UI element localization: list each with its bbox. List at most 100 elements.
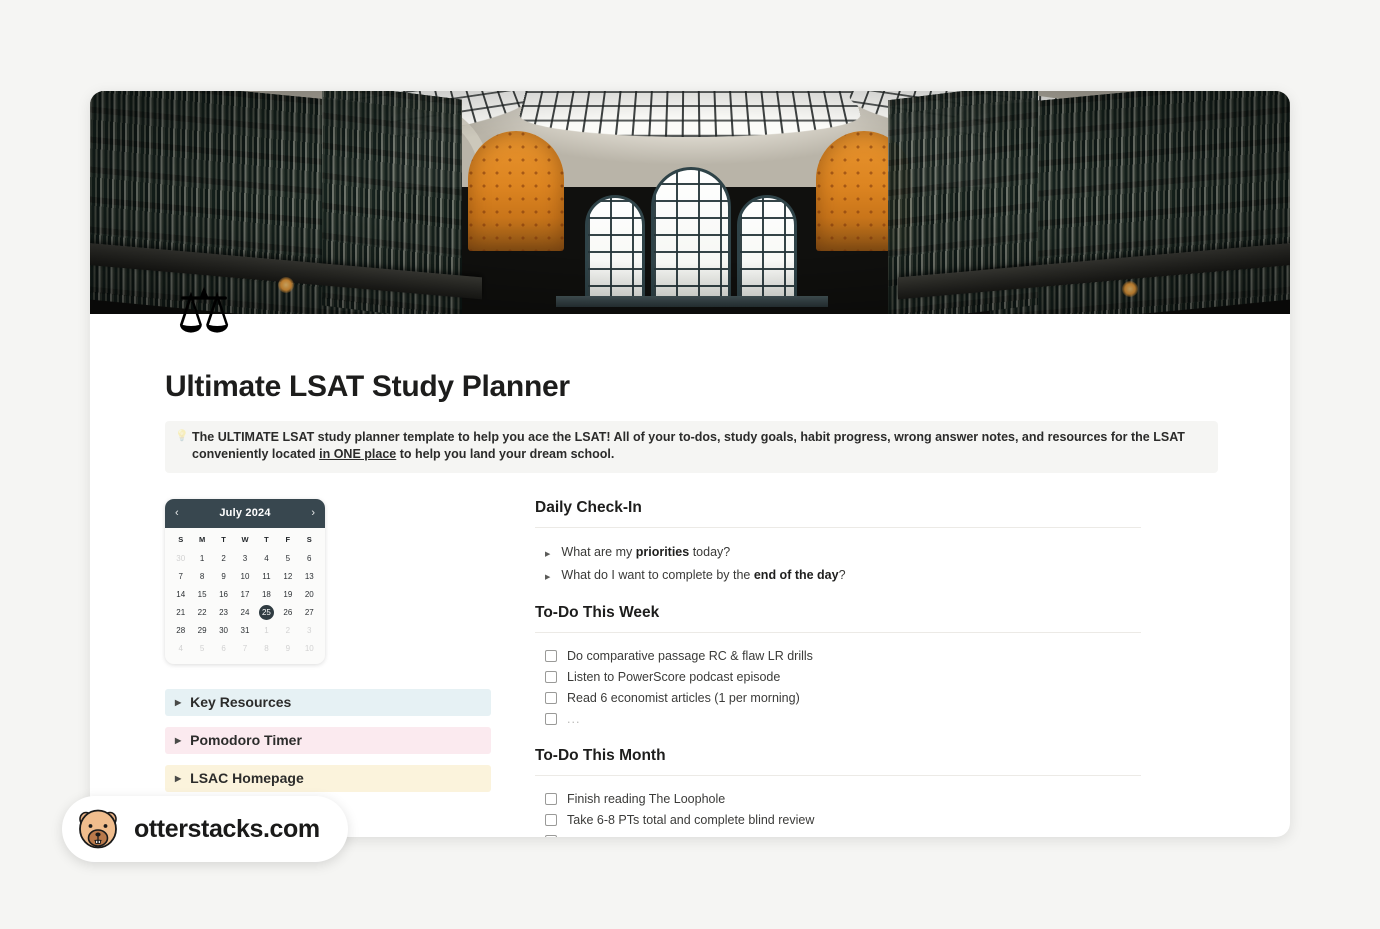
calendar-day[interactable]: 8 <box>191 569 212 584</box>
calendar-day[interactable]: 5 <box>191 641 212 656</box>
todo-week-item[interactable]: Read 6 economist articles (1 per morning… <box>535 688 1218 709</box>
triangle-right-icon[interactable]: ▶ <box>175 698 181 707</box>
callout-block: 💡 The ULTIMATE LSAT study planner templa… <box>165 421 1218 473</box>
calendar-day[interactable]: 15 <box>191 587 212 602</box>
calendar-weekday-0: S <box>178 534 184 544</box>
toggle-block-2[interactable]: ▶ LSAC Homepage <box>165 764 491 792</box>
calendar-day[interactable]: 6 <box>299 551 320 566</box>
daily-checkin-heading: Daily Check-In <box>535 498 642 516</box>
calendar-day[interactable]: 18 <box>256 587 277 602</box>
todo-week-heading: To-Do This Week <box>535 603 660 621</box>
calendar-day[interactable]: 1 <box>256 623 277 638</box>
page-body: Ultimate LSAT Study Planner 💡 The ULTIMA… <box>90 314 1290 837</box>
checkbox-icon[interactable] <box>545 712 557 725</box>
callout-text-after: to help you land your dream school. <box>396 447 615 462</box>
calendar-day[interactable]: 30 <box>170 551 191 566</box>
calendar-prev-month-button[interactable]: ‹ <box>175 507 179 519</box>
right-column: Daily Check-In ▶ What are my priorities t… <box>495 498 1218 838</box>
cover-vignette <box>90 91 1290 314</box>
toggle-block-list: ▶ Key Resources ▶ Pomodoro Timer ▶ LSAC Homep… <box>165 688 491 792</box>
calendar-day[interactable]: 10 <box>234 569 255 584</box>
triangle-right-icon[interactable]: ▶ <box>175 774 181 783</box>
todo-week-list: Do comparative passage RC & flaw LR dril… <box>535 646 1218 730</box>
calendar-day[interactable]: 8 <box>256 641 277 656</box>
calendar-day[interactable]: 22 <box>191 605 212 620</box>
divider <box>535 774 1141 776</box>
calendar-day[interactable]: 11 <box>256 569 277 584</box>
calendar-day[interactable]: 19 <box>277 587 298 602</box>
calendar-day[interactable]: 6 <box>213 641 234 656</box>
daily-checkin-list: ▶ What are my priorities today? ▶ What do I… <box>535 541 1218 587</box>
checkbox-icon[interactable] <box>545 813 557 826</box>
triangle-right-icon[interactable]: ▶ <box>175 736 181 745</box>
calendar-day[interactable]: 17 <box>234 587 255 602</box>
todo-month-label: ... <box>567 834 580 838</box>
notion-page-card: ⚖ Ultimate LSAT Study Planner 💡 The ULTI… <box>90 91 1290 837</box>
todo-week-item[interactable]: Do comparative passage RC & flaw LR dril… <box>535 646 1218 667</box>
calendar-day[interactable]: 21 <box>170 605 191 620</box>
left-column: ‹ July 2024 › S M T W T F S 30 1 2 3 4 5 6 7 8 9 10 11 12 13… <box>165 498 495 838</box>
todo-week-label: ... <box>567 711 581 726</box>
calendar-day[interactable]: 16 <box>213 587 234 602</box>
checkbox-icon[interactable] <box>545 670 557 683</box>
calendar-widget[interactable]: ‹ July 2024 › S M T W T F S 30 1 2 3 4 5 6 7 8 9 10 11 12 13… <box>165 498 325 664</box>
todo-month-item[interactable]: ... <box>535 831 1218 838</box>
calendar-day[interactable]: 26 <box>277 605 298 620</box>
page-cover-image[interactable] <box>90 91 1290 314</box>
checkin-toggle-1[interactable]: ▶ What do I want to complete by the end o… <box>535 564 1218 587</box>
toggle-block-0[interactable]: ▶ Key Resources <box>165 688 491 716</box>
calendar-day[interactable]: 5 <box>277 551 298 566</box>
calendar-weekday-2: T <box>221 534 226 544</box>
todo-month-label: Finish reading The Loophole <box>567 791 726 806</box>
todo-week-label: Read 6 economist articles (1 per morning… <box>567 690 800 705</box>
calendar-day[interactable]: 13 <box>299 569 320 584</box>
checkbox-icon[interactable] <box>545 649 557 662</box>
calendar-day[interactable]: 14 <box>170 587 191 602</box>
triangle-right-icon[interactable]: ▶ <box>545 573 550 581</box>
calendar-day[interactable]: 3 <box>299 623 320 638</box>
content-columns: ‹ July 2024 › S M T W T F S 30 1 2 3 4 5 6 7 8 9 10 11 12 13… <box>165 498 1218 838</box>
calendar-day[interactable]: 28 <box>170 623 191 638</box>
calendar-day[interactable]: 1 <box>191 551 212 566</box>
calendar-day[interactable]: 9 <box>213 569 234 584</box>
calendar-weekday-5: F <box>285 534 291 544</box>
todo-week-item[interactable]: Listen to PowerScore podcast episode <box>535 667 1218 688</box>
calendar-day[interactable]: 23 <box>213 605 234 620</box>
checkin-toggle-0[interactable]: ▶ What are my priorities today? <box>535 541 1218 564</box>
checkbox-icon[interactable] <box>545 834 557 837</box>
calendar-day[interactable]: 24 <box>234 605 255 620</box>
divider <box>535 631 1141 633</box>
calendar-day[interactable]: 10 <box>299 641 320 656</box>
calendar-day[interactable]: 3 <box>234 551 255 566</box>
todo-month-item[interactable]: Finish reading The Loophole <box>535 789 1218 810</box>
calendar-day[interactable]: 2 <box>277 623 298 638</box>
calendar-day[interactable]: 9 <box>277 641 298 656</box>
triangle-right-icon[interactable]: ▶ <box>545 550 550 558</box>
calendar-day[interactable]: 30 <box>213 623 234 638</box>
calendar-day[interactable]: 12 <box>277 569 298 584</box>
calendar-day[interactable]: 27 <box>299 605 320 620</box>
todo-week-label: Do comparative passage RC & flaw LR dril… <box>567 648 813 663</box>
calendar-weekday-1: M <box>199 534 206 544</box>
calendar-day[interactable]: 31 <box>234 623 255 638</box>
checkbox-icon[interactable] <box>545 691 557 704</box>
todo-week-item[interactable]: ... <box>535 709 1218 730</box>
calendar-day[interactable]: 4 <box>256 551 277 566</box>
calendar-day[interactable]: 20 <box>299 587 320 602</box>
calendar-day[interactable]: 2 <box>213 551 234 566</box>
calendar-grid: S M T W T F S 30 1 2 3 4 5 6 7 8 9 10 11 12 13 14 15 16 17 18 19 20… <box>165 528 325 664</box>
calendar-day[interactable]: 7 <box>170 569 191 584</box>
toggle-block-label: LSAC Homepage <box>190 770 304 786</box>
calendar-day[interactable]: 7 <box>234 641 255 656</box>
checkbox-icon[interactable] <box>545 792 557 805</box>
calendar-day[interactable]: 29 <box>191 623 212 638</box>
scales-of-justice-icon[interactable]: ⚖ <box>165 276 243 348</box>
toggle-block-1[interactable]: ▶ Pomodoro Timer <box>165 726 491 754</box>
calendar-day-selected[interactable]: 25 <box>258 604 274 620</box>
light-bulb-icon: 💡 <box>175 430 189 442</box>
callout-text: The ULTIMATE LSAT study planner template… <box>192 429 1208 464</box>
todo-month-item[interactable]: Take 6-8 PTs total and complete blind re… <box>535 810 1218 831</box>
calendar-next-month-button[interactable]: › <box>311 507 315 519</box>
calendar-day[interactable]: 4 <box>170 641 191 656</box>
watermark-badge[interactable]: otterstacks.com <box>62 796 348 862</box>
